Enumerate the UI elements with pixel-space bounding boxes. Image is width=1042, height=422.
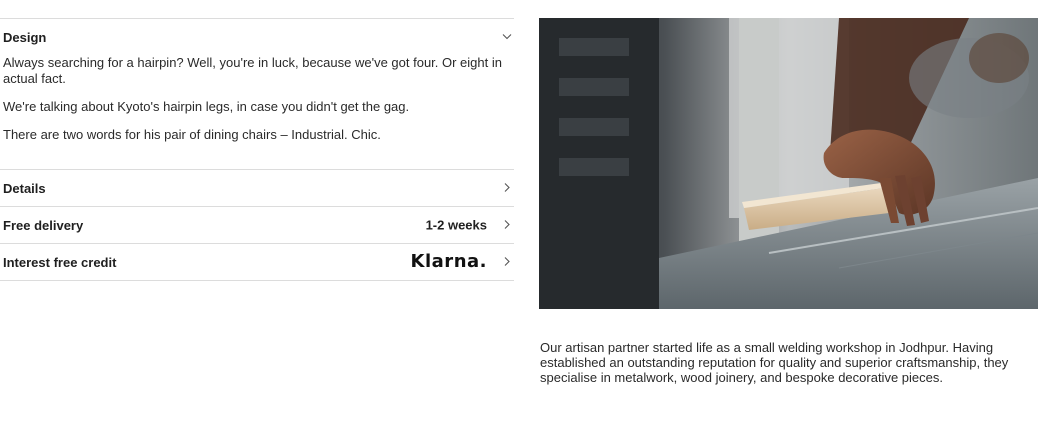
chevron-right-icon[interactable]: [502, 257, 512, 267]
accordion-design-body: Always searching for a hairpin? Well, yo…: [0, 55, 514, 169]
chevron-right-icon[interactable]: [502, 220, 512, 230]
chevron-down-icon[interactable]: [502, 32, 512, 42]
accordion-details-title: Details: [3, 180, 46, 196]
product-info-page: Design Always searching for a hairpin? W…: [0, 0, 1042, 422]
design-paragraph: Always searching for a hairpin? Well, yo…: [3, 55, 502, 86]
design-paragraph: There are two words for his pair of dini…: [3, 127, 381, 142]
artisan-caption: Our artisan partner started life as a sm…: [540, 340, 1009, 385]
accordion-credit-title: Interest free credit: [3, 254, 117, 270]
workshop-photo: [539, 18, 1038, 309]
accordion-credit-header[interactable]: Interest free credit Klarna.: [0, 244, 514, 280]
accordion-delivery[interactable]: Free delivery 1-2 weeks: [0, 206, 514, 243]
accordion-credit[interactable]: Interest free credit Klarna.: [0, 243, 514, 281]
accordion-design-title: Design: [3, 29, 47, 45]
chevron-right-icon[interactable]: [502, 183, 512, 193]
product-accordion: Design Always searching for a hairpin? W…: [0, 18, 514, 281]
delivery-time-value: 1-2 weeks: [425, 217, 487, 233]
accordion-design: Design Always searching for a hairpin? W…: [0, 18, 514, 169]
design-paragraph: We're talking about Kyoto's hairpin legs…: [3, 99, 410, 114]
accordion-delivery-title: Free delivery: [3, 217, 84, 233]
accordion-delivery-header[interactable]: Free delivery 1-2 weeks: [0, 207, 514, 243]
klarna-logo: Klarna.: [410, 251, 487, 273]
accordion-details[interactable]: Details: [0, 169, 514, 206]
accordion-design-header[interactable]: Design: [0, 19, 514, 55]
workshop-photo-illustration: [539, 18, 1038, 309]
accordion-details-header[interactable]: Details: [0, 170, 514, 206]
